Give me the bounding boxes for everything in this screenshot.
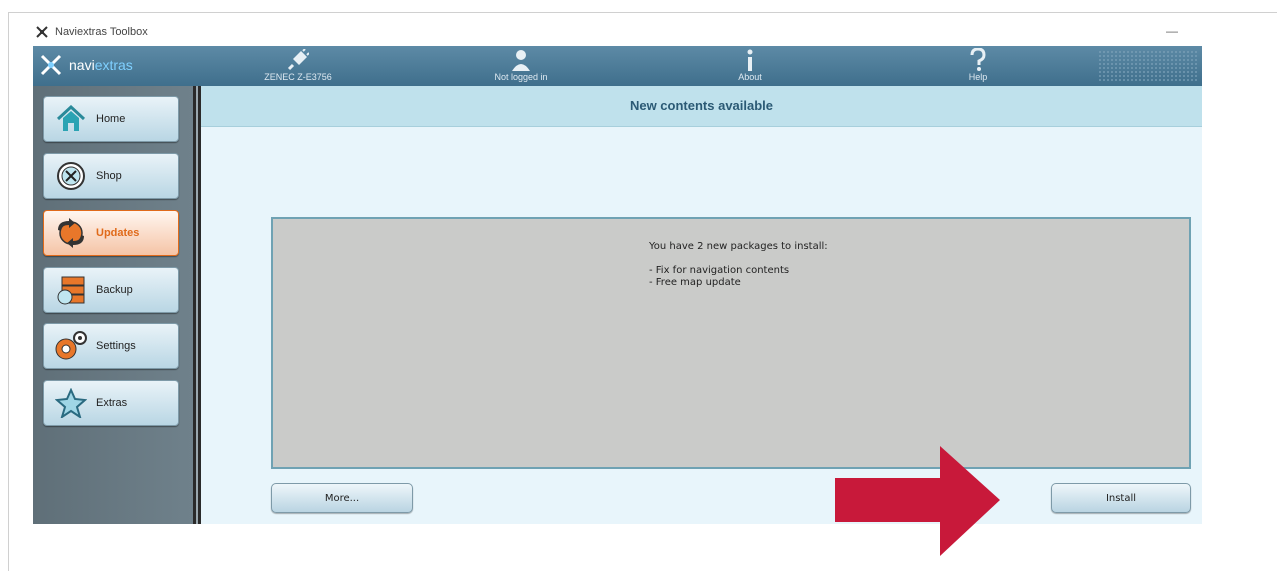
install-button[interactable]: Install xyxy=(1051,483,1191,513)
sidebar-item-shop[interactable]: Shop xyxy=(43,153,179,199)
sidebar-item-label: Shop xyxy=(96,170,122,182)
window-title-bar: Naviextras Toolbox xyxy=(35,26,148,38)
sidebar-item-label: Extras xyxy=(96,397,128,409)
help-item[interactable]: Help xyxy=(933,48,1023,82)
device-label: ZENEC Z-E3756 xyxy=(264,72,332,82)
logo-text-extras: extras xyxy=(94,57,133,73)
app-logo: naviextras xyxy=(39,54,133,76)
top-navigation-bar: naviextras ZENEC Z-E3756 Not logged in A… xyxy=(33,46,1202,86)
settings-icon xyxy=(55,331,87,360)
device-item[interactable]: ZENEC Z-E3756 xyxy=(253,48,343,82)
package-item: - Free map update xyxy=(649,277,741,288)
more-button[interactable]: More... xyxy=(271,483,413,513)
package-item: - Fix for navigation contents xyxy=(649,265,790,276)
packages-message: You have 2 new packages to install: - Fi… xyxy=(649,241,828,289)
packages-panel: You have 2 new packages to install: - Fi… xyxy=(271,217,1191,469)
page-title: New contents available xyxy=(201,86,1202,127)
sidebar-item-backup[interactable]: Backup xyxy=(43,267,179,313)
window-title: Naviextras Toolbox xyxy=(55,26,148,38)
about-item[interactable]: About xyxy=(705,48,795,82)
minimize-button[interactable]: — xyxy=(1166,24,1178,38)
sidebar-item-extras[interactable]: Extras xyxy=(43,380,179,426)
star-icon xyxy=(55,388,87,418)
main-content: New contents available You have 2 new pa… xyxy=(201,86,1202,524)
help-label: Help xyxy=(968,72,988,82)
login-item[interactable]: Not logged in xyxy=(476,48,566,82)
decorative-dot-pattern xyxy=(1098,50,1198,82)
naviextras-logo-icon xyxy=(36,26,48,38)
home-icon xyxy=(56,105,86,131)
red-arrow-annotation xyxy=(835,446,1000,556)
about-label: About xyxy=(738,72,762,82)
logo-x-icon xyxy=(40,54,62,76)
packages-intro: You have 2 new packages to install: xyxy=(649,241,828,252)
sidebar-item-label: Updates xyxy=(96,227,140,239)
help-icon xyxy=(970,48,986,71)
user-icon xyxy=(512,50,530,71)
updates-icon xyxy=(58,218,84,248)
logo-text-navi: navi xyxy=(69,57,95,73)
backup-icon xyxy=(57,276,85,305)
login-label: Not logged in xyxy=(494,72,548,82)
sidebar-item-settings[interactable]: Settings xyxy=(43,323,179,369)
plug-icon xyxy=(287,49,309,71)
sidebar-item-label: Backup xyxy=(96,284,133,296)
info-icon xyxy=(747,49,753,71)
sidebar: Home Shop Updates Backup Settings Extras xyxy=(33,86,201,524)
sidebar-item-updates[interactable]: Updates xyxy=(43,210,179,256)
sidebar-item-label: Home xyxy=(96,113,126,125)
sidebar-item-label: Settings xyxy=(96,340,136,352)
shop-icon xyxy=(57,162,85,190)
sidebar-item-home[interactable]: Home xyxy=(43,96,179,142)
